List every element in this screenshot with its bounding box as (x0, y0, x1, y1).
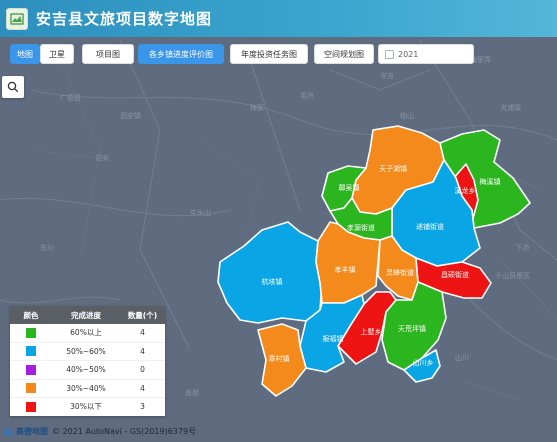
legend-label: 30%以下 (70, 402, 102, 412)
tab-map[interactable]: 地图 (10, 44, 40, 64)
town-progress-button[interactable]: 各乡镇进度评价图 (138, 44, 224, 64)
bg-label: 泗安 (95, 153, 109, 162)
legend-swatch (26, 401, 36, 412)
region-label: 山川乡 (413, 358, 434, 367)
legend-swatch (26, 346, 36, 357)
map-brand: 高德地图 (16, 427, 48, 436)
legend-count: 3 (140, 402, 145, 412)
legend-row: 40%~50% 0 (10, 361, 165, 380)
region-label: 报福镇 (323, 334, 344, 343)
bg-label: 泗安镇 (120, 111, 141, 120)
legend-label: 30%~40% (66, 383, 106, 393)
legend-count: 0 (140, 365, 145, 375)
spatial-planning-button[interactable]: 空间规划图 (314, 44, 374, 64)
legend-header-progress: 完成进度 (71, 310, 101, 320)
bg-label: 安吉 (380, 71, 394, 80)
year-value: 2021 (398, 49, 419, 59)
bg-label: 千山风景区 (495, 271, 530, 280)
bg-label: 山川 (455, 353, 469, 362)
region-label: 章村镇 (269, 354, 290, 363)
map-attribution: 高德地图 © 2021 AutoNavi - GS(2019)6379号 (2, 426, 196, 437)
region-label: 天荒坪镇 (398, 324, 426, 333)
project-map-button[interactable]: 项目图 (82, 44, 134, 64)
calendar-icon (385, 49, 394, 59)
legend-table: 颜色 完成进度 数量(个) 60%以上 4 50%~60% 4 40%~50% … (10, 306, 165, 416)
copyright-text: © 2021 AutoNavi - GS(2019)6379号 (52, 427, 197, 436)
region-label: 溪龙乡 (455, 186, 476, 195)
region-label: 灵峰街道 (386, 268, 414, 277)
bg-label: 东川 (40, 243, 54, 252)
bg-label: 梅家 (250, 103, 264, 112)
legend-header: 颜色 完成进度 数量(个) (10, 306, 165, 324)
region-label: 鄣吴镇 (339, 183, 360, 192)
legend-swatch (26, 364, 36, 375)
legend-swatch (26, 327, 36, 338)
tab-satellite[interactable]: 卫星 (40, 44, 74, 64)
legend-swatch (26, 383, 36, 394)
search-button[interactable] (2, 76, 24, 98)
legend-row: 30%以下 3 (10, 398, 165, 416)
legend-label: 60%以上 (70, 328, 102, 338)
year-picker[interactable]: 2021 (378, 44, 474, 64)
legend-count: 4 (140, 328, 145, 338)
app-logo-icon (6, 7, 28, 30)
legend-row: 50%~60% 4 (10, 343, 165, 361)
region-label: 孝源街道 (347, 223, 375, 232)
legend-header-color: 颜色 (23, 310, 39, 320)
region-label: 梅溪镇 (480, 177, 501, 186)
region-label: 孝丰镇 (335, 265, 356, 274)
region-label: 递铺街道 (416, 222, 444, 231)
legend-label: 50%~60% (66, 346, 106, 356)
amap-logo-icon (3, 427, 13, 436)
bg-label: 牛头山 (190, 208, 211, 217)
legend-header-count: 数量(个) (127, 310, 158, 320)
region-label: 天子湖镇 (379, 164, 407, 173)
bg-label: 夹浦镇 (500, 103, 521, 112)
bg-label: 毛坞 (300, 91, 314, 100)
legend-count: 4 (140, 346, 145, 356)
region-label: 上墅乡 (361, 327, 382, 336)
bg-label: 良朋 (185, 388, 199, 397)
bg-label: 下汤 (515, 243, 529, 252)
legend-row: 30%~40% 4 (10, 380, 165, 398)
bg-label: 广德县 (60, 93, 81, 102)
bg-label: 柏山 (400, 111, 414, 120)
search-icon (7, 81, 19, 93)
legend-count: 4 (140, 383, 145, 393)
annual-investment-button[interactable]: 年度投资任务图 (230, 44, 308, 64)
title-bar: 安吉县文旅项目数字地图 (0, 0, 557, 37)
page-title: 安吉县文旅项目数字地图 (36, 10, 213, 28)
legend-label: 40%~50% (66, 365, 106, 375)
region-label: 昌硕街道 (441, 270, 469, 279)
region-label: 杭垓镇 (262, 277, 283, 286)
legend-row: 60%以上 4 (10, 324, 165, 343)
